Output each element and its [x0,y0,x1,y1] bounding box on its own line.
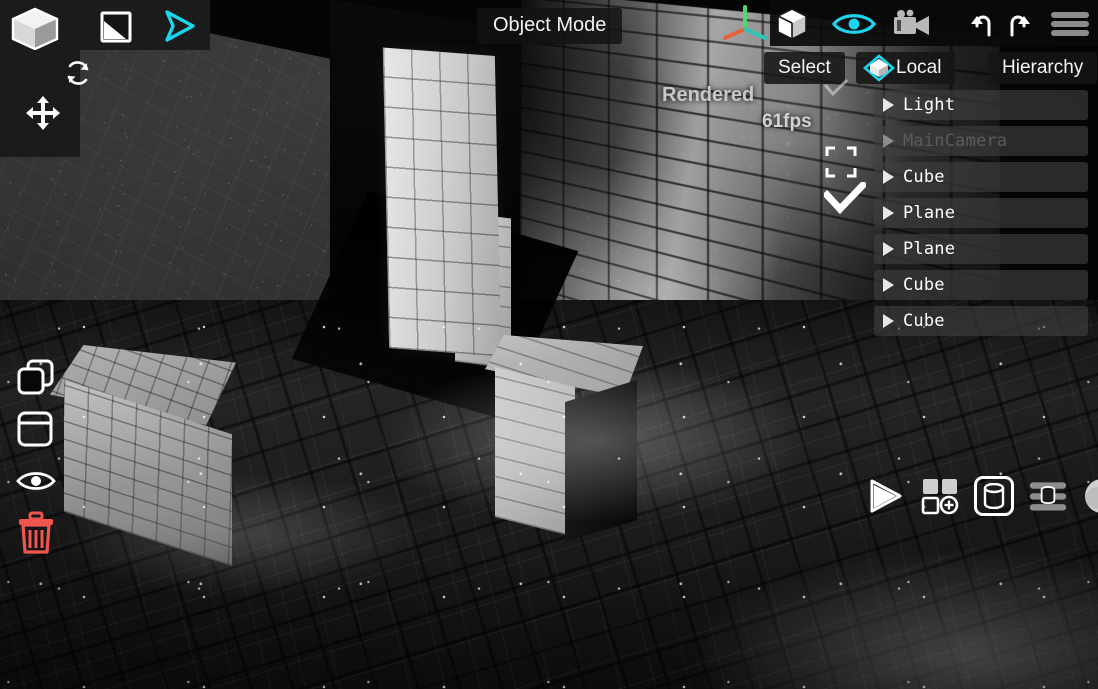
hierarchy-item-label: Plane [903,203,955,223]
mode-label: Object Mode [477,8,622,44]
shading-mode-icon[interactable] [866,476,906,516]
primitive-icon[interactable] [974,476,1014,516]
transform-space-label: Local [896,57,941,79]
play-cursor-icon[interactable] [163,10,197,46]
hierarchy-tab-label: Hierarchy [1002,57,1083,79]
hierarchy-item-label: Cube [903,167,945,187]
ui-overlay: Object Mode [0,0,1098,689]
hierarchy-item-maincamera[interactable]: MainCamera [874,126,1088,156]
hierarchy-item-label: Cube [903,275,945,295]
expand-triangle-icon[interactable] [883,134,894,148]
expand-triangle-icon[interactable] [883,278,894,292]
material-ball-icon[interactable] [1082,476,1098,516]
visibility-eye-icon[interactable] [832,10,876,42]
hierarchy-item-label: MainCamera [903,131,1007,151]
local-space-cube-icon [862,54,896,88]
hierarchy-item-label: Light [903,95,955,115]
duplicate-icon[interactable] [16,358,56,400]
expand-triangle-icon[interactable] [883,314,894,328]
cube-icon[interactable] [775,7,809,45]
hierarchy-tab[interactable]: Hierarchy [988,52,1097,84]
expand-triangle-icon[interactable] [883,206,894,220]
object-cube-icon[interactable] [8,6,62,54]
transform-space-button[interactable]: Local [856,52,955,84]
eye-icon[interactable] [16,467,56,499]
hierarchy-item-plane-2[interactable]: Plane [874,234,1088,264]
rotate-tool-icon[interactable] [62,57,94,93]
bottom-toolbar [866,474,1098,518]
delete-icon[interactable] [16,511,56,559]
paste-icon[interactable] [16,410,54,452]
expand-triangle-icon[interactable] [883,170,894,184]
hierarchy-item-cube-3[interactable]: Cube [874,306,1088,336]
menu-icon[interactable] [1050,10,1090,42]
focus-frame-icon[interactable] [825,146,857,182]
select-button-label: Select [778,57,831,79]
top-right-toolbar-panel [770,0,1098,46]
editor-window: Object Mode [0,0,1098,689]
hierarchy-item-label: Plane [903,239,955,259]
shading-icon[interactable] [100,11,132,47]
hierarchy-item-light[interactable]: Light [874,90,1088,120]
confirm-check-icon[interactable] [824,182,866,218]
undo-icon[interactable] [968,10,996,42]
fps-counter: 61fps [762,111,812,133]
select-check-icon [823,78,849,102]
layers-icon[interactable] [1028,476,1068,516]
hierarchy-item-cube-2[interactable]: Cube [874,270,1088,300]
redo-icon[interactable] [1005,10,1033,42]
expand-triangle-icon[interactable] [883,98,894,112]
move-tool-icon[interactable] [24,94,62,136]
axis-gizmo[interactable] [712,3,778,51]
hierarchy-item-label: Cube [903,311,945,331]
add-object-icon[interactable] [920,476,960,516]
render-mode-label: Rendered [662,84,754,107]
camera-icon[interactable] [892,9,932,43]
hierarchy-panel: Light MainCamera Cube Plane Plane Cube [874,90,1088,342]
hierarchy-item-cube-1[interactable]: Cube [874,162,1088,192]
hierarchy-item-plane-1[interactable]: Plane [874,198,1088,228]
expand-triangle-icon[interactable] [883,242,894,256]
